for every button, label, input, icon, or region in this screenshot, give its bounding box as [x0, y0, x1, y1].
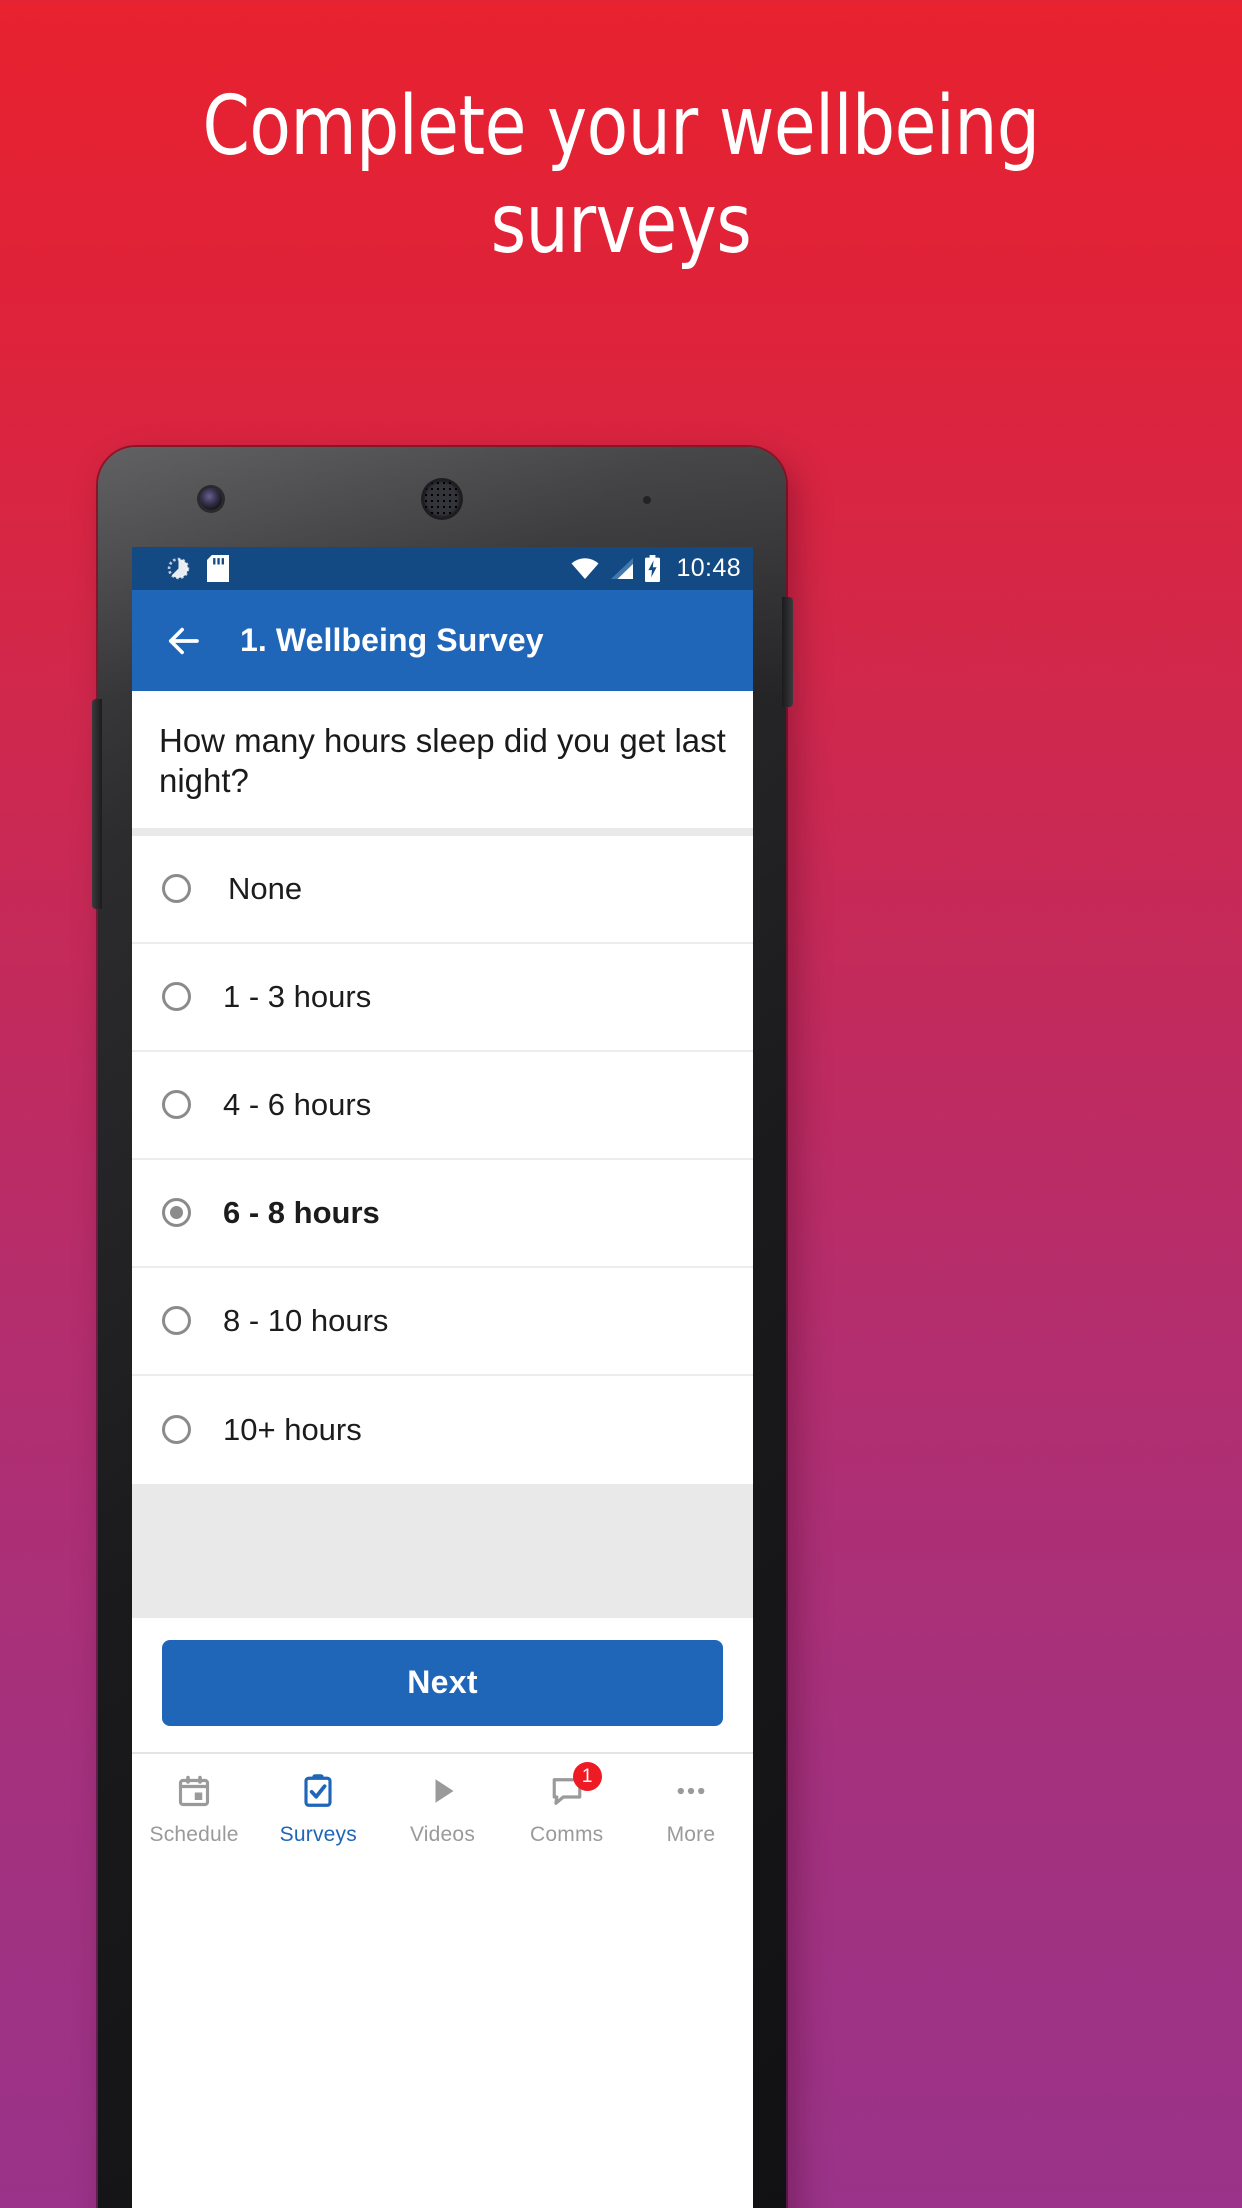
- survey-question-text: How many hours sleep did you get last ni…: [159, 722, 726, 800]
- survey-option-row[interactable]: None: [132, 835, 753, 944]
- survey-option-row[interactable]: 1 - 3 hours: [132, 943, 753, 1052]
- status-bar: 10:48: [132, 547, 753, 590]
- survey-action-area: Next: [132, 1617, 753, 1752]
- comms-unread-badge: 1: [572, 1762, 602, 1791]
- nav-item-more[interactable]: More: [629, 1770, 753, 1847]
- options-bottom-spacer: [132, 1483, 753, 1618]
- survey-option-label: None: [228, 870, 303, 906]
- volume-button[interactable]: [92, 699, 102, 909]
- survey-options-list: None 1 - 3 hours 4 - 6 hours 6 - 8 hours: [132, 835, 753, 1484]
- speech-bubble-icon: 1: [546, 1762, 602, 1812]
- app-bar: 1. Wellbeing Survey: [132, 590, 753, 691]
- survey-options-container: None 1 - 3 hours 4 - 6 hours 6 - 8 hours: [132, 827, 753, 1618]
- survey-option-label: 6 - 8 hours: [223, 1194, 380, 1230]
- front-camera-icon: [200, 488, 222, 510]
- nav-label-videos: Videos: [409, 1823, 476, 1846]
- nav-item-surveys[interactable]: Surveys: [256, 1770, 380, 1847]
- phone-mockup: 10:48 1. Wellbeing Survey How many hours…: [92, 447, 793, 2208]
- radio-button-icon[interactable]: [162, 982, 191, 1011]
- status-bar-clock: 10:48: [676, 554, 741, 582]
- nav-item-schedule[interactable]: Schedule: [132, 1770, 256, 1847]
- play-triangle-icon: [422, 1770, 464, 1812]
- wifi-icon: [570, 557, 600, 581]
- survey-option-row[interactable]: 10+ hours: [132, 1375, 753, 1484]
- survey-option-row-selected[interactable]: 6 - 8 hours: [132, 1159, 753, 1268]
- status-bar-right-icons: 10:48: [570, 554, 741, 583]
- battery-charging-icon: [644, 555, 661, 582]
- nav-label-more: More: [666, 1823, 716, 1846]
- survey-option-label: 8 - 10 hours: [223, 1302, 389, 1338]
- nav-item-comms[interactable]: 1 Comms: [505, 1762, 629, 1847]
- next-button[interactable]: Next: [162, 1639, 723, 1726]
- survey-option-row[interactable]: 8 - 10 hours: [132, 1267, 753, 1376]
- radio-button-icon[interactable]: [162, 1415, 191, 1444]
- survey-option-row[interactable]: 4 - 6 hours: [132, 1051, 753, 1160]
- proximity-sensor-icon: [643, 496, 651, 504]
- back-arrow-icon[interactable]: [162, 620, 204, 662]
- survey-option-label: 1 - 3 hours: [223, 978, 372, 1014]
- nav-item-videos[interactable]: Videos: [380, 1770, 504, 1847]
- ellipsis-icon: [670, 1770, 712, 1812]
- radio-button-icon[interactable]: [162, 874, 191, 903]
- radio-button-icon[interactable]: [162, 1306, 191, 1335]
- sync-progress-icon: [166, 556, 191, 581]
- clipboard-check-icon: [297, 1770, 339, 1812]
- nav-label-schedule: Schedule: [149, 1823, 239, 1846]
- cellular-signal-icon: [609, 557, 635, 581]
- earpiece-speaker-icon: [423, 480, 461, 518]
- survey-option-label: 10+ hours: [223, 1411, 362, 1447]
- promo-headline-line-1: Complete your wellbeing: [202, 79, 1040, 174]
- sd-card-icon: [207, 555, 229, 582]
- status-bar-left-icons: [166, 555, 229, 582]
- power-button[interactable]: [782, 597, 793, 707]
- phone-screen: 10:48 1. Wellbeing Survey How many hours…: [132, 547, 753, 2208]
- promo-headline-line-2: surveys: [490, 177, 752, 272]
- question-card: How many hours sleep did you get last ni…: [132, 691, 753, 828]
- bottom-navigation-bar: Schedule Surveys Videos 1 Comms More: [132, 1751, 753, 1864]
- nav-label-surveys: Surveys: [279, 1823, 357, 1846]
- radio-button-icon[interactable]: [162, 1090, 191, 1119]
- page-title: 1. Wellbeing Survey: [240, 622, 544, 658]
- radio-button-checked-icon[interactable]: [162, 1198, 191, 1227]
- calendar-icon: [173, 1770, 215, 1812]
- promo-headline: Complete your wellbeing surveys: [50, 86, 1193, 266]
- survey-option-label: 4 - 6 hours: [223, 1086, 372, 1122]
- nav-label-comms: Comms: [530, 1823, 604, 1846]
